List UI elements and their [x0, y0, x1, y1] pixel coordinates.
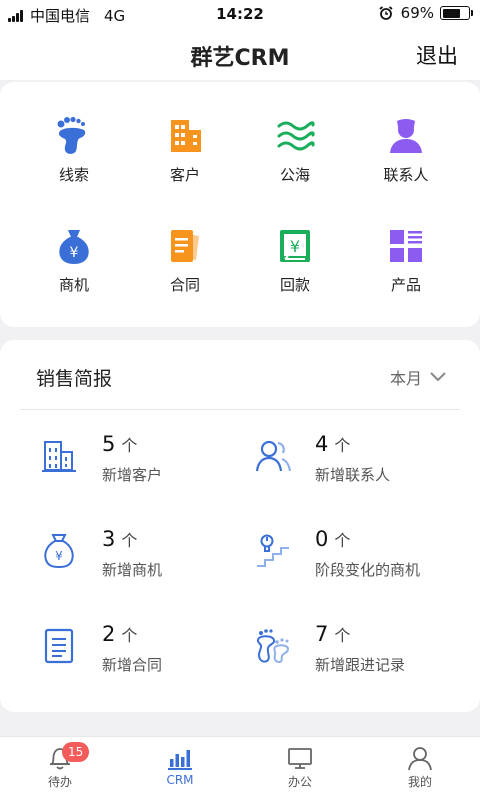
- module-label: 公海: [279, 166, 310, 184]
- stat-number: 2: [102, 622, 116, 646]
- sales-report-title: 销售简报: [36, 368, 113, 390]
- tab-mine[interactable]: 我的: [360, 737, 480, 800]
- stat-label: 新增商机: [102, 561, 163, 579]
- tab-label: CRM: [166, 773, 194, 787]
- stat-value: 5个: [102, 432, 137, 456]
- followup-footprint-icon: [256, 629, 290, 664]
- svg-text:¥: ¥: [70, 245, 79, 261]
- module-label: 回款: [279, 276, 310, 294]
- module-contacts[interactable]: 联系人: [356, 116, 456, 196]
- modules-card: 线索 客户 公海 联系人 ¥ 商机 合同 ¥ 回款 产品: [0, 82, 480, 327]
- stat-label: 新增跟进记录: [315, 656, 406, 674]
- battery-percent: 69%: [400, 4, 434, 22]
- module-contracts[interactable]: 合同: [135, 226, 235, 306]
- tab-todo[interactable]: 15 待办: [0, 737, 120, 800]
- product-grid-icon: [390, 230, 422, 262]
- stat-unit: 个: [121, 436, 138, 455]
- monitor-icon: [288, 748, 312, 769]
- module-opportunities[interactable]: ¥ 商机: [24, 226, 124, 306]
- building-outline-icon: [42, 441, 76, 472]
- tab-label: 我的: [407, 775, 432, 789]
- tab-label: 办公: [287, 775, 312, 789]
- stat-number: 0: [315, 527, 329, 551]
- stat-unit: 个: [121, 531, 138, 550]
- stat-new-customers[interactable]: 5个 新增客户: [42, 432, 262, 492]
- alarm-icon: [379, 6, 393, 20]
- module-products[interactable]: 产品: [356, 226, 456, 306]
- waves-icon: [277, 121, 315, 151]
- module-label: 商机: [58, 276, 89, 294]
- tab-office[interactable]: 办公: [240, 737, 360, 800]
- module-label: 线索: [58, 166, 89, 184]
- stat-number: 3: [102, 527, 116, 551]
- stat-value: 0个: [315, 527, 350, 551]
- module-label: 联系人: [383, 166, 429, 184]
- stat-unit: 个: [121, 626, 138, 645]
- document-outline-icon: [44, 628, 74, 664]
- stat-number: 7: [315, 622, 329, 646]
- stat-label: 新增联系人: [315, 466, 391, 484]
- module-label: 合同: [169, 276, 200, 294]
- stat-value: 2个: [102, 622, 137, 646]
- app-header: 群艺CRM 退出: [0, 28, 480, 80]
- contract-icon: [171, 230, 199, 262]
- bar-chart-icon: [168, 750, 192, 770]
- person-icon: [390, 119, 422, 153]
- sales-report-card: 销售简报 本月 5个 新增客户 4个 新增联系人 ¥ 3 个 新增商机 0 个 …: [0, 340, 480, 712]
- stat-new-contracts[interactable]: 2个 新增合同: [42, 622, 262, 682]
- page-title: 群艺CRM: [190, 46, 290, 71]
- status-bar: 中国电信 4G 14:22 69%: [0, 0, 480, 28]
- stat-stage-changed[interactable]: 0个 阶段变化的商机: [255, 527, 475, 587]
- svg-text:¥: ¥: [55, 549, 63, 563]
- divider: [20, 409, 460, 410]
- module-label: 产品: [390, 276, 421, 294]
- footprint-icon: [57, 116, 86, 154]
- battery-icon: [440, 6, 473, 20]
- logout-button[interactable]: 退出: [416, 40, 458, 70]
- stat-number: 4: [315, 432, 329, 456]
- module-public-pool[interactable]: 公海: [245, 116, 345, 196]
- stat-label: 阶段变化的商机: [315, 561, 421, 579]
- money-bag-outline-icon: ¥: [44, 534, 74, 569]
- status-right: 69%: [379, 4, 473, 22]
- user-icon: [408, 747, 432, 771]
- chevron-down-icon: [430, 372, 446, 382]
- module-customers[interactable]: 客户: [135, 116, 235, 196]
- stat-new-opportunities[interactable]: ¥ 3个 新增商机: [42, 527, 262, 587]
- stat-value: 3个: [102, 527, 137, 551]
- bottom-tab-bar: 15 待办 CRM 办公 我的: [0, 736, 480, 800]
- tab-crm[interactable]: CRM: [120, 737, 240, 800]
- period-label: 本月: [389, 369, 422, 388]
- tab-label: 待办: [47, 775, 72, 789]
- contacts-outline-icon: [255, 440, 292, 472]
- stat-unit: 个: [334, 531, 351, 550]
- battery-level-fill: [442, 8, 460, 18]
- module-label: 客户: [169, 166, 200, 184]
- stat-value: 7个: [315, 622, 350, 646]
- stat-unit: 个: [334, 436, 351, 455]
- svg-text:¥: ¥: [290, 237, 300, 256]
- stat-new-followups[interactable]: 7个 新增跟进记录: [255, 622, 475, 682]
- stage-stairs-icon: [257, 534, 289, 567]
- stat-new-contacts[interactable]: 4个 新增联系人: [255, 432, 475, 492]
- building-icon: [171, 120, 201, 152]
- payment-return-icon: ¥: [280, 230, 310, 262]
- stat-label: 新增客户: [102, 466, 163, 484]
- stat-unit: 个: [334, 626, 351, 645]
- stat-number: 5: [102, 432, 116, 456]
- stat-label: 新增合同: [102, 656, 163, 674]
- module-payments[interactable]: ¥ 回款: [245, 226, 345, 306]
- period-selector[interactable]: 本月: [390, 365, 446, 389]
- module-leads[interactable]: 线索: [24, 116, 124, 196]
- stat-value: 4个: [315, 432, 350, 456]
- money-bag-icon: ¥: [59, 230, 89, 264]
- todo-badge: 15: [62, 742, 90, 762]
